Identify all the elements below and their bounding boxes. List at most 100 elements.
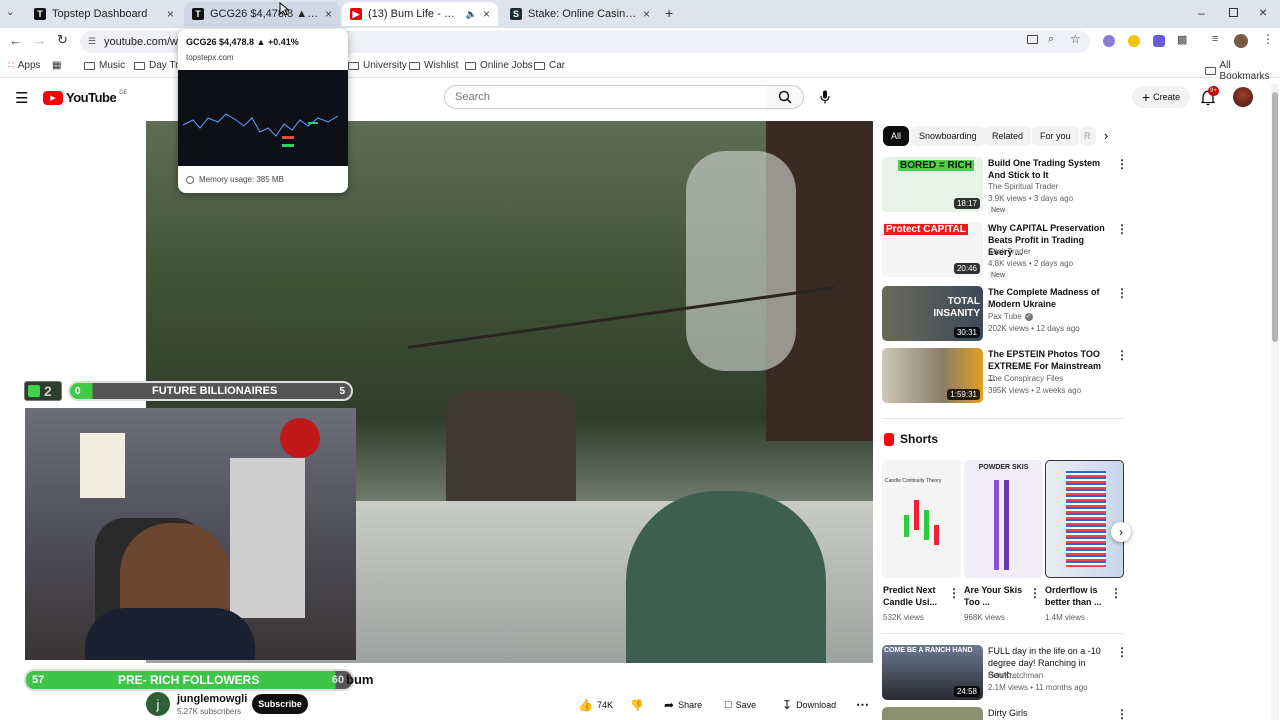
- rec-thumbnail[interactable]: BORED = RICH 18:17: [882, 157, 983, 212]
- forward-arrow-icon[interactable]: →: [33, 33, 46, 48]
- rec-thumbnail[interactable]: Protect CAPITAL 20:46: [882, 222, 983, 277]
- close-tab-icon[interactable]: ×: [643, 7, 650, 21]
- tab-youtube-bum-life[interactable]: ▶ (13) Bum Life - Charley Ager 🔈 ×: [342, 2, 498, 26]
- browser-menu-icon[interactable]: ⋮: [1262, 32, 1274, 46]
- create-button[interactable]: + Create: [1132, 86, 1190, 108]
- channel-name[interactable]: junglemowgli: [177, 693, 247, 705]
- short-menu-icon[interactable]: ⋮: [948, 586, 960, 600]
- more-actions-button[interactable]: ⋯: [856, 696, 869, 714]
- section-divider: [882, 418, 1124, 419]
- bookmark-apps[interactable]: ∷ Apps: [8, 60, 41, 71]
- search-input[interactable]: Search: [444, 85, 767, 109]
- bookmark-music[interactable]: Music: [84, 60, 125, 71]
- extension-icon[interactable]: [1103, 35, 1115, 47]
- rec-channel[interactable]: Pax Tube ✓: [988, 311, 1033, 322]
- all-bookmarks[interactable]: All Bookmarks: [1205, 60, 1280, 82]
- site-info-icon[interactable]: ☰: [88, 36, 96, 47]
- voice-search-button[interactable]: [814, 86, 836, 108]
- channel-avatar[interactable]: j: [146, 692, 170, 716]
- candle-shape: [914, 500, 919, 530]
- zoom-icon[interactable]: ⌕: [1048, 33, 1054, 46]
- rec-channel[interactable]: Stick Trader: [988, 246, 1031, 257]
- short-menu-icon[interactable]: ⋮: [1110, 586, 1122, 600]
- install-app-icon[interactable]: [1027, 35, 1038, 44]
- rec-menu-icon[interactable]: ⋮: [1116, 348, 1128, 362]
- short-thumbnail[interactable]: [1045, 460, 1124, 578]
- share-button[interactable]: ➦ Share: [664, 696, 702, 714]
- rec-title[interactable]: Dirty Girls: [988, 707, 1108, 719]
- save-button[interactable]: □ Save: [725, 696, 756, 714]
- rec-title[interactable]: The Complete Madness of Modern Ukraine: [988, 286, 1108, 310]
- rec-channel[interactable]: The Conspiracy Files: [988, 373, 1063, 384]
- tab-topstep-dashboard[interactable]: T Topstep Dashboard ×: [26, 2, 182, 26]
- new-tab-plus-icon[interactable]: +: [665, 5, 673, 21]
- bookmark-university[interactable]: University: [348, 60, 407, 71]
- rec-title[interactable]: Build One Trading System And Stick to It: [988, 157, 1108, 181]
- page-scrollbar[interactable]: [1271, 84, 1279, 720]
- guide-menu-icon[interactable]: ☰: [15, 89, 28, 107]
- new-badge: New: [988, 271, 1009, 280]
- bookmark-car[interactable]: Car: [534, 60, 565, 71]
- short-title[interactable]: Are Your Skis Too ...: [964, 584, 1024, 608]
- like-button[interactable]: 👍 74K: [578, 696, 613, 714]
- close-tab-icon[interactable]: ×: [167, 7, 174, 21]
- extension-icon[interactable]: [1153, 35, 1165, 47]
- search-button[interactable]: [766, 85, 804, 109]
- back-arrow-icon[interactable]: ←: [9, 33, 22, 48]
- shorts-next-button[interactable]: ›: [1111, 522, 1131, 542]
- extension-icon[interactable]: [1128, 35, 1140, 47]
- extensions-puzzle-icon[interactable]: ▩: [1177, 33, 1187, 46]
- rec-menu-icon[interactable]: ⋮: [1116, 645, 1128, 659]
- chip-all[interactable]: All: [883, 126, 910, 146]
- webcam-hoodie-shape: [85, 608, 255, 660]
- subscribe-button[interactable]: Subscribe: [252, 694, 308, 714]
- short-title[interactable]: Predict Next Candle Usi...: [883, 584, 943, 608]
- close-tab-icon[interactable]: ×: [483, 7, 490, 21]
- rec-channel[interactable]: Ben Kretchman: [988, 670, 1043, 681]
- short-thumbnail[interactable]: POWDER SKIS: [964, 460, 1043, 578]
- chip-snowboarding[interactable]: Snowboarding: [911, 126, 985, 146]
- price-chart-preview: [182, 113, 339, 147]
- chip-related[interactable]: Related: [984, 126, 1032, 146]
- speaker-icon[interactable]: 🔈: [466, 9, 477, 20]
- orderflow-shape: [1066, 471, 1106, 567]
- account-avatar[interactable]: [1233, 87, 1253, 107]
- hover-card-preview: [178, 70, 348, 166]
- youtube-logo[interactable]: ▶ YouTube DE: [43, 90, 128, 105]
- minimize-window-icon[interactable]: –: [1198, 6, 1205, 20]
- short-title[interactable]: Orderflow is better than ...: [1045, 584, 1107, 608]
- folder-icon: [134, 61, 145, 70]
- close-window-icon[interactable]: ×: [1259, 4, 1267, 20]
- rec-menu-icon[interactable]: ⋮: [1116, 157, 1128, 171]
- rec-channel[interactable]: The Spiritual Trader: [988, 181, 1058, 192]
- rec-thumbnail[interactable]: COME BE A RANCH HAND 24:58: [882, 645, 983, 700]
- rec-menu-icon[interactable]: ⋮: [1116, 222, 1128, 236]
- tab-search-button[interactable]: ⌄: [6, 7, 14, 18]
- bookmark-online-jobs[interactable]: Online Jobs: [465, 60, 533, 71]
- bookmark-wishlist[interactable]: Wishlist: [409, 60, 458, 71]
- restore-window-icon[interactable]: [1229, 8, 1238, 17]
- short-menu-icon[interactable]: ⋮: [1029, 586, 1041, 600]
- notifications-button[interactable]: 9+: [1200, 86, 1219, 106]
- download-button[interactable]: ↧ Download: [782, 696, 836, 714]
- tab-topstepx-chart[interactable]: T GCG26 $4,478.8 ▲ +0.41% ×: [184, 2, 340, 26]
- chip-for-you[interactable]: For you: [1032, 126, 1079, 146]
- rec-menu-icon[interactable]: ⋮: [1116, 286, 1128, 300]
- media-controls-icon[interactable]: ≡: [1212, 33, 1218, 45]
- tab-stake-casino[interactable]: S Stake: Online Casino & Sportsbook ×: [502, 2, 658, 26]
- profile-avatar-icon[interactable]: [1234, 34, 1248, 48]
- reload-icon[interactable]: ↻: [57, 32, 68, 48]
- short-thumbnail[interactable]: Candle Continuity Theory: [882, 460, 961, 578]
- rec-menu-icon[interactable]: ⋮: [1116, 707, 1128, 720]
- scrollbar-thumb[interactable]: [1272, 92, 1278, 342]
- bookmark-star-icon[interactable]: ☆: [1070, 32, 1081, 46]
- chip-recent[interactable]: R: [1080, 126, 1096, 146]
- bookmark-tab-groups[interactable]: ▦: [52, 60, 61, 71]
- rec-thumbnail[interactable]: [882, 707, 983, 720]
- rec-meta: 4.8K views • 2 days ago: [988, 259, 1074, 268]
- close-tab-icon[interactable]: ×: [325, 7, 332, 21]
- dislike-button[interactable]: 👎: [630, 696, 644, 714]
- chips-next-chevron-icon[interactable]: ›: [1104, 128, 1108, 143]
- rec-thumbnail[interactable]: 1:59:31: [882, 348, 983, 403]
- rec-thumbnail[interactable]: TOTAL INSANITY 30:31: [882, 286, 983, 341]
